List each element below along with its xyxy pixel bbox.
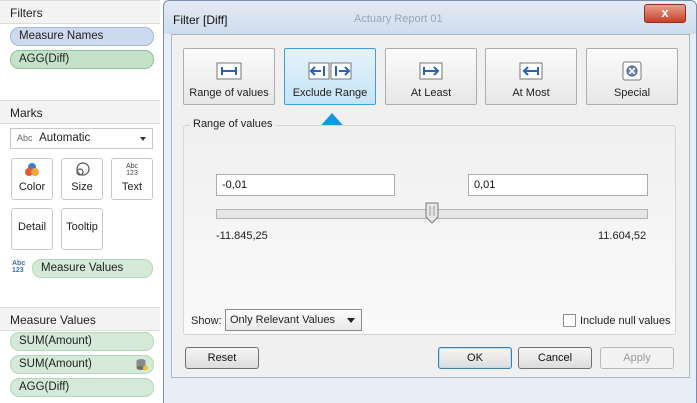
filters-header: Filters: [0, 0, 160, 24]
marks-text-button[interactable]: Abc 123 Text: [111, 158, 153, 200]
dialog-titlebar[interactable]: Filter [Diff] Actuary Report 01 x: [164, 1, 696, 34]
mv-abc-bottom: 123: [12, 267, 24, 274]
marks-header: Marks: [0, 100, 160, 124]
dialog-frame-bottom: [164, 378, 696, 403]
close-button[interactable]: x: [644, 4, 686, 23]
range-min-value: -0,01: [222, 179, 248, 191]
tab-exclude-range[interactable]: Exclude Range: [284, 48, 376, 105]
filter-pill-measure-names[interactable]: Measure Names: [10, 27, 154, 46]
dialog-title: Filter [Diff]: [173, 13, 228, 27]
show-select[interactable]: Only Relevant Values: [225, 309, 362, 331]
tab-label: Exclude Range: [292, 87, 368, 99]
database-warning-icon: [136, 359, 148, 371]
filter-pill-agg-diff[interactable]: AGG(Diff): [10, 50, 154, 69]
mark-type-value: Automatic: [39, 132, 91, 144]
tab-label: Range of values: [189, 87, 269, 99]
range-slider-thumb[interactable]: [425, 202, 439, 224]
marks-detail-label: Detail: [17, 221, 47, 233]
marks-text-label: Text: [121, 181, 143, 193]
measure-values-title: Measure Values: [10, 313, 96, 327]
chevron-down-icon: [140, 137, 146, 141]
at-least-icon: [386, 49, 476, 81]
filter-pill-label: Measure Names: [19, 30, 104, 42]
measure-pill-label: SUM(Amount): [19, 358, 92, 370]
slider-min-label: -11.845,25: [216, 230, 268, 242]
marks-color-button[interactable]: Color: [11, 158, 53, 200]
cancel-label: Cancel: [537, 352, 573, 364]
marks-color-label: Color: [18, 181, 46, 193]
show-label: Show:: [191, 315, 222, 327]
include-null-checkbox[interactable]: [563, 314, 576, 327]
close-icon: x: [661, 5, 669, 20]
filter-pill-label: AGG(Diff): [19, 53, 70, 65]
range-of-values-icon: [184, 49, 274, 81]
text-abc-icon: Abc 123: [112, 159, 152, 181]
mark-type-select[interactable]: Abc Automatic: [10, 128, 153, 149]
at-most-icon: [486, 49, 576, 81]
detail-icon: [12, 209, 52, 221]
tab-at-most[interactable]: At Most: [485, 48, 577, 105]
text-icon-123: 123: [126, 170, 138, 177]
reset-label: Reset: [207, 352, 237, 364]
filter-dialog: Filter [Diff] Actuary Report 01 x Range …: [163, 0, 697, 403]
range-max-input[interactable]: 0,01: [468, 174, 648, 196]
measure-pill-label: AGG(Diff): [19, 381, 70, 393]
dialog-client-area: Range of values Exclude Range At Least A…: [171, 34, 690, 378]
mark-type-abc-icon: Abc: [17, 133, 33, 143]
text-icon-abc: Abc: [125, 163, 139, 170]
range-group-label: Range of values: [190, 118, 276, 130]
ok-button[interactable]: OK: [438, 347, 512, 369]
range-min-input[interactable]: -0,01: [216, 174, 395, 196]
mv-abc-top: Abc: [12, 260, 26, 267]
show-select-value: Only Relevant Values: [230, 314, 335, 326]
exclude-range-icon: [285, 49, 375, 81]
measure-values-abc-icon: Abc 123: [12, 260, 25, 274]
apply-button[interactable]: Apply: [600, 347, 674, 369]
measure-pill-sum-amount-2[interactable]: SUM(Amount): [10, 355, 154, 374]
slider-max-label: 11.604,52: [598, 230, 647, 242]
special-icon: [587, 49, 677, 81]
range-max-value: 0,01: [474, 179, 496, 191]
chevron-down-icon: [347, 318, 355, 323]
tab-at-least[interactable]: At Least: [385, 48, 477, 105]
marks-tooltip-label: Tooltip: [66, 221, 98, 233]
marks-measure-values-pill[interactable]: Measure Values: [32, 259, 153, 278]
marks-measure-values-label: Measure Values: [41, 262, 124, 274]
include-null-label: Include null values: [580, 315, 671, 327]
marks-size-label: Size: [71, 181, 93, 193]
tableau-side-panel: Filters Measure Names AGG(Diff) Marks Ab…: [0, 0, 160, 403]
filters-title: Filters: [10, 6, 43, 20]
marks-size-button[interactable]: Size: [61, 158, 103, 200]
marks-detail-button[interactable]: Detail: [11, 208, 53, 250]
cancel-button[interactable]: Cancel: [518, 347, 592, 369]
size-icon: [62, 159, 102, 181]
tab-label: At Most: [512, 87, 550, 99]
measure-values-header: Measure Values: [0, 307, 160, 331]
color-palette-icon: [12, 159, 52, 181]
dialog-background-title: Actuary Report 01: [354, 13, 443, 25]
tab-label: Special: [613, 87, 651, 99]
measure-pill-agg-diff[interactable]: AGG(Diff): [10, 378, 154, 397]
tooltip-icon: [62, 209, 102, 221]
ok-label: OK: [467, 352, 483, 364]
marks-title: Marks: [10, 106, 43, 120]
apply-label: Apply: [623, 352, 651, 364]
tab-special[interactable]: Special: [586, 48, 678, 105]
marks-tooltip-button[interactable]: Tooltip: [61, 208, 103, 250]
tab-range-of-values[interactable]: Range of values: [183, 48, 275, 105]
tab-label: At Least: [410, 87, 452, 99]
reset-button[interactable]: Reset: [185, 347, 259, 369]
measure-pill-label: SUM(Amount): [19, 335, 92, 347]
measure-pill-sum-amount[interactable]: SUM(Amount): [10, 332, 154, 351]
